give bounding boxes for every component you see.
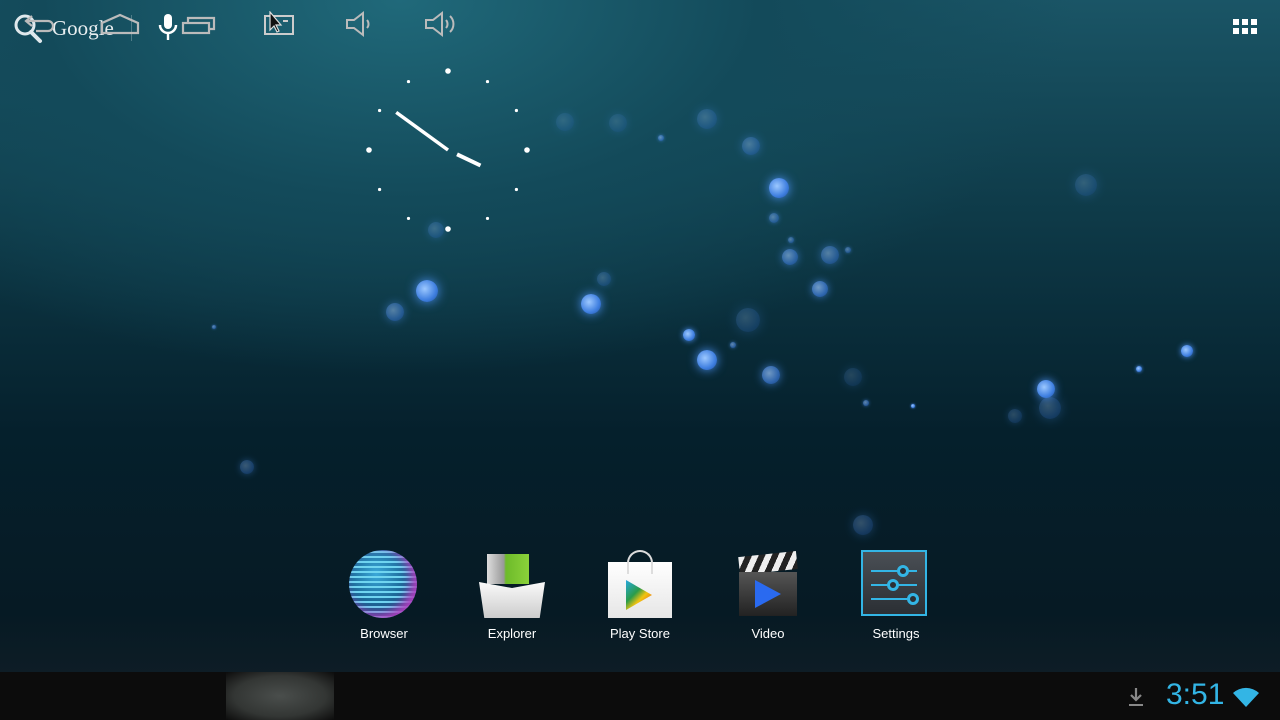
- clock-tick: [524, 147, 530, 153]
- globe-icon: [349, 550, 419, 620]
- back-button[interactable]: [15, 0, 65, 48]
- minute-hand: [395, 110, 450, 152]
- download-icon[interactable]: [1127, 686, 1145, 708]
- clock-tick: [406, 216, 411, 221]
- wallpaper-bubble: [597, 272, 611, 286]
- wallpaper-bubble: [844, 368, 862, 386]
- play-store-icon: [605, 550, 675, 620]
- wallpaper-bubble: [658, 135, 664, 141]
- wallpaper-bubble: [1075, 174, 1097, 196]
- wallpaper-bubble: [845, 247, 851, 253]
- wallpaper-bubble: [212, 325, 216, 329]
- screenshot-icon: [264, 11, 294, 35]
- navigation-bar: [0, 672, 1280, 720]
- recent-apps-button[interactable]: [175, 0, 225, 48]
- clock-tick: [377, 108, 382, 113]
- wallpaper-bubble: [1008, 409, 1022, 423]
- wallpaper-bubble: [863, 400, 869, 406]
- app-settings[interactable]: Settings: [846, 550, 946, 641]
- wallpaper-bubble: [762, 366, 780, 384]
- sliders-icon: [861, 550, 931, 620]
- wallpaper-bubble: [911, 404, 915, 408]
- all-apps-button[interactable]: [1233, 19, 1257, 34]
- app-label: Video: [751, 626, 785, 641]
- app-label: Browser: [360, 626, 408, 641]
- clock-tick: [366, 147, 372, 153]
- hour-hand: [456, 152, 482, 168]
- wallpaper-bubble: [853, 515, 873, 535]
- wallpaper-bubble: [782, 249, 798, 265]
- wallpaper-bubble: [812, 281, 828, 297]
- analog-clock-widget[interactable]: [360, 62, 536, 238]
- clapperboard-icon: [733, 550, 803, 620]
- app-play-store[interactable]: Play Store: [590, 550, 690, 641]
- wallpaper-bubble: [609, 114, 627, 132]
- recent-apps-icon: [181, 16, 216, 35]
- wallpaper-bubble: [769, 178, 789, 198]
- app-label: Explorer: [487, 626, 537, 641]
- box-icon: [477, 550, 547, 620]
- volume-up-button[interactable]: [415, 0, 465, 48]
- wallpaper-bubble: [730, 342, 736, 348]
- clock-tick: [406, 79, 411, 84]
- wallpaper-bubble: [556, 113, 574, 131]
- wallpaper-bubble: [1181, 345, 1193, 357]
- wifi-icon[interactable]: [1232, 686, 1260, 708]
- app-browser[interactable]: Browser: [334, 550, 434, 641]
- clock-tick: [485, 216, 490, 221]
- wallpaper-bubble: [683, 329, 695, 341]
- wallpaper-bubble: [386, 303, 404, 321]
- wallpaper-bubble: [769, 213, 779, 223]
- wallpaper-bubble: [821, 246, 839, 264]
- app-video[interactable]: Video: [718, 550, 818, 641]
- app-label: Play Store: [610, 626, 670, 641]
- home-button[interactable]: [95, 0, 145, 48]
- clock-tick: [445, 68, 451, 74]
- wallpaper-bubble: [240, 460, 254, 474]
- wallpaper-bubble: [581, 294, 601, 314]
- clock-tick: [514, 187, 519, 192]
- wallpaper-bubble: [697, 109, 717, 129]
- wallpaper-bubble: [788, 237, 794, 243]
- screenshot-button[interactable]: [255, 0, 305, 48]
- wallpaper-bubble: [742, 137, 760, 155]
- clock-tick: [485, 79, 490, 84]
- clock-tick: [377, 187, 382, 192]
- app-explorer[interactable]: Explorer: [462, 550, 562, 641]
- clock-tick: [514, 108, 519, 113]
- home-icon: [100, 13, 140, 35]
- volume-down-icon: [346, 10, 370, 38]
- wallpaper-bubble: [736, 308, 760, 332]
- back-icon: [24, 15, 55, 33]
- wallpaper-bubble: [697, 350, 717, 370]
- wallpaper-bubble: [1136, 366, 1142, 372]
- volume-up-icon: [425, 10, 455, 38]
- pressed-highlight: [226, 672, 334, 720]
- wallpaper-bubble: [1037, 380, 1055, 398]
- status-clock[interactable]: 3:51: [1166, 678, 1224, 712]
- volume-down-button[interactable]: [335, 0, 385, 48]
- app-label: Settings: [872, 626, 920, 641]
- wallpaper-bubble: [416, 280, 438, 302]
- wallpaper-bubble: [1039, 397, 1061, 419]
- clock-tick: [445, 226, 451, 232]
